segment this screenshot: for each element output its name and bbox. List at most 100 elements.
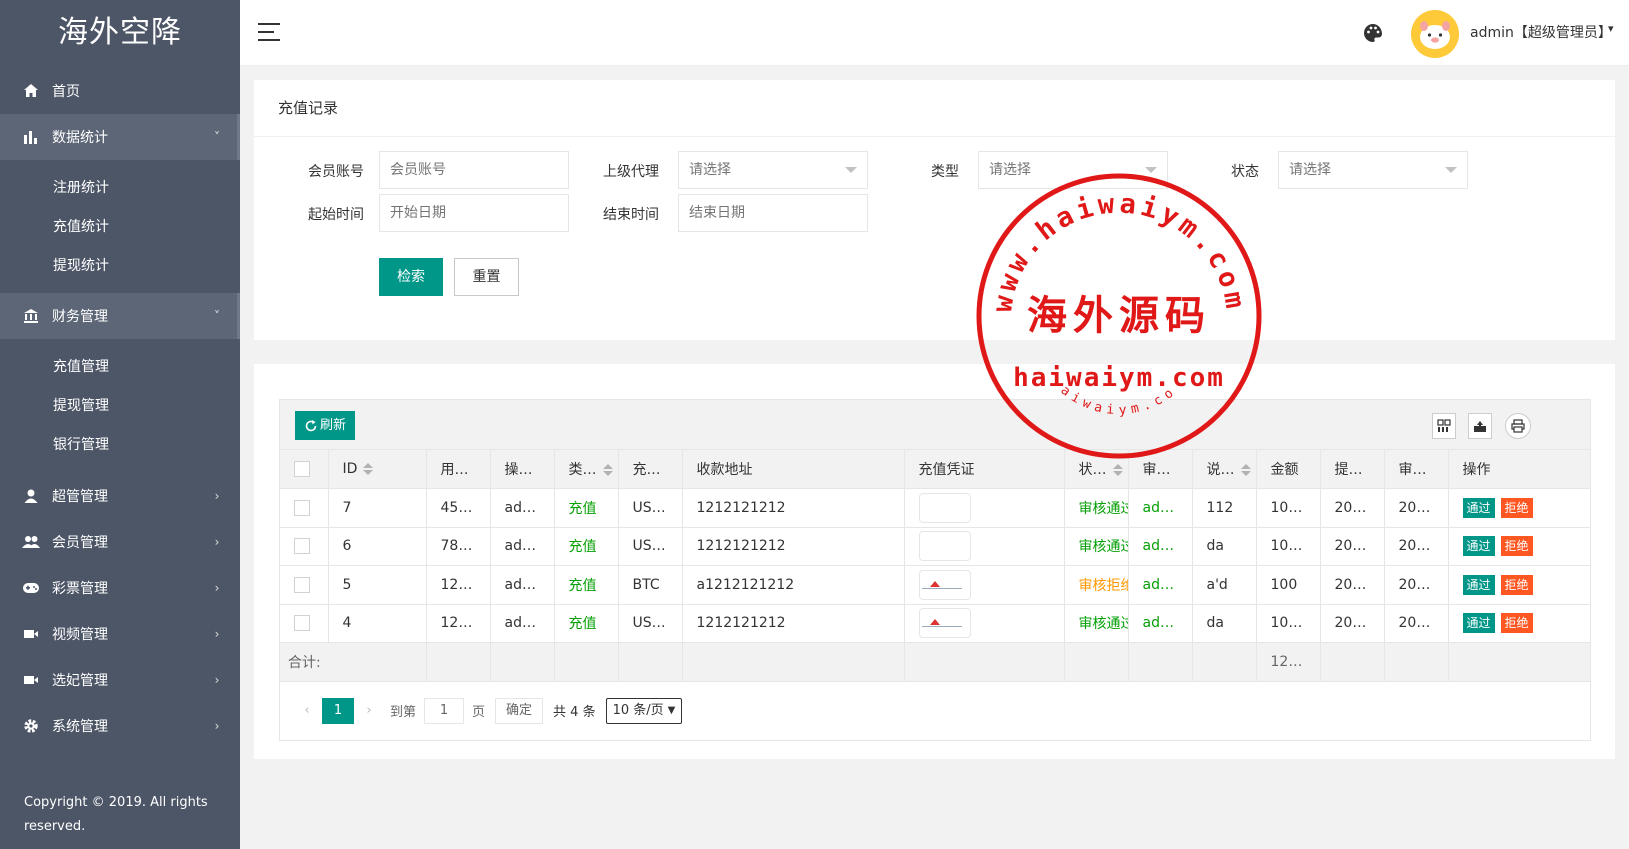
col-coin[interactable]: 充… [618, 450, 683, 489]
cell-audit-time: 20… [1384, 527, 1449, 566]
columns-filter-icon[interactable] [1432, 413, 1456, 439]
sidebar-subitem-bank-manage[interactable]: 银行管理 [0, 426, 240, 465]
agent-select[interactable]: 请选择 [678, 151, 868, 189]
reset-button[interactable]: 重置 [454, 258, 519, 296]
cell-status: 审核通过 [1064, 488, 1129, 528]
col-address[interactable]: 收款地址 [682, 450, 905, 489]
sidebar-item-home[interactable]: 首页 [0, 68, 240, 114]
chevron-right-icon: › [214, 627, 220, 641]
col-operator[interactable]: 操… [490, 450, 555, 489]
export-icon[interactable] [1468, 413, 1492, 439]
sidebar-item-admin-manage[interactable]: 超管管理 › [0, 473, 240, 519]
prev-page-button[interactable]: ‹ [292, 703, 322, 718]
sidebar-subitem-withdraw-manage[interactable]: 提现管理 [0, 387, 240, 426]
cell-coin: US… [618, 488, 683, 528]
approve-button[interactable]: 通过 [1462, 497, 1495, 518]
cell-type: 充值 [554, 527, 619, 566]
col-type[interactable]: 类… [554, 450, 619, 489]
sidebar-subitem-withdraw-stats[interactable]: 提现统计 [0, 247, 240, 286]
reject-button[interactable]: 拒绝 [1500, 574, 1533, 595]
table-row: 678…ad…充值US…1212121212审核通过adminda100020…… [280, 527, 1590, 566]
cell-amount: 10… [1256, 488, 1321, 528]
sidebar-subitem-recharge-manage[interactable]: 充值管理 [0, 348, 240, 387]
row-checkbox[interactable] [294, 615, 310, 632]
next-page-button[interactable]: › [354, 703, 384, 718]
watermark-center-text: 海外源码 [1027, 292, 1211, 339]
cell-auditor: admin [1128, 488, 1193, 528]
cell-submit-time: 20… [1320, 488, 1385, 528]
total-count: 共 4 条 [553, 705, 596, 720]
proof-thumbnail[interactable] [918, 569, 971, 600]
goto-page-input[interactable]: 1 [424, 697, 465, 724]
watermark-domain-text: haiwaiym.com [1013, 363, 1225, 393]
pagination: ‹ 1 › 到第 1 页 确定 共 4 条 10 条/页 ▼ [280, 681, 1590, 740]
cell-id: 6 [328, 527, 427, 566]
menu-toggle-icon[interactable] [258, 23, 280, 41]
col-id[interactable]: ID [328, 450, 427, 489]
start-date-input[interactable]: 开始日期 [379, 194, 569, 232]
status-select[interactable]: 请选择 [1278, 151, 1468, 189]
sidebar-item-video-manage[interactable]: 视频管理 › [0, 611, 240, 657]
start-time-label: 起始时间 [308, 207, 364, 223]
current-page-button[interactable]: 1 [322, 697, 354, 724]
recharge-table: ID 用… 操… 类… 充… 收款地址 充值凭证 状… 审… 说… 金额 提… … [280, 450, 1590, 682]
sidebar-subitem-register-stats[interactable]: 注册统计 [0, 169, 240, 208]
total-empty-cell [1128, 642, 1193, 682]
cell-amount: 100 [1256, 565, 1321, 605]
sidebar-subitem-recharge-stats[interactable]: 充值统计 [0, 208, 240, 247]
proof-thumbnail[interactable] [918, 531, 971, 562]
col-user[interactable]: 用… [426, 450, 491, 489]
sort-icon[interactable] [602, 464, 613, 476]
goto-confirm-button[interactable]: 确定 [495, 697, 544, 724]
col-submit-time[interactable]: 提… [1320, 450, 1385, 489]
approve-button[interactable]: 通过 [1462, 613, 1495, 634]
cell-proof [904, 527, 1065, 566]
avatar[interactable] [1411, 10, 1459, 58]
row-checkbox[interactable] [294, 499, 310, 516]
reject-button[interactable]: 拒绝 [1500, 613, 1533, 634]
table-row: 412…ad…充值US…1212121212审核通过adminda100020…… [280, 604, 1590, 643]
sidebar-item-finance[interactable]: 财务管理 ˅ [0, 293, 240, 339]
copyright-text: Copyright © 2019. All rights reserved. [24, 795, 208, 834]
sidebar-item-data-stats[interactable]: 数据统计 ˅ [0, 114, 240, 160]
cell-coin: US… [618, 527, 683, 566]
cell-auditor: admin [1128, 527, 1193, 566]
end-date-input[interactable]: 结束日期 [678, 194, 868, 232]
member-account-input[interactable]: 会员账号 [379, 151, 569, 189]
video-icon [22, 671, 40, 689]
cell-address: a1212121212 [682, 565, 905, 605]
approve-button[interactable]: 通过 [1462, 536, 1495, 557]
col-audit-time[interactable]: 审… [1384, 450, 1449, 489]
sidebar-item-lottery-manage[interactable]: 彩票管理 › [0, 565, 240, 611]
sort-icon[interactable] [1240, 464, 1251, 476]
sidebar-item-concubine-manage[interactable]: 选妃管理 › [0, 657, 240, 703]
sidebar-item-system-manage[interactable]: 系统管理 › [0, 703, 240, 749]
row-checkbox[interactable] [294, 576, 310, 593]
refresh-button[interactable]: 刷新 [295, 411, 356, 440]
proof-thumbnail[interactable] [918, 608, 971, 639]
refresh-icon [304, 419, 318, 433]
row-checkbox[interactable] [294, 538, 310, 555]
col-amount[interactable]: 金额 [1256, 450, 1321, 489]
type-label: 类型 [931, 164, 959, 180]
print-icon[interactable] [1505, 413, 1531, 439]
reject-button[interactable]: 拒绝 [1500, 536, 1533, 557]
sort-icon[interactable] [363, 463, 374, 475]
app-logo[interactable]: 海外空降 [0, 0, 240, 66]
sidebar-item-member-manage[interactable]: 会员管理 › [0, 519, 240, 565]
palette-icon[interactable] [1362, 22, 1384, 44]
reject-button[interactable]: 拒绝 [1500, 497, 1533, 518]
cell-actions: 通过 拒绝 [1448, 604, 1590, 643]
total-empty-cell [682, 642, 905, 682]
page-size-select[interactable]: 10 条/页 ▼ [605, 697, 683, 724]
approve-button[interactable]: 通过 [1462, 574, 1495, 595]
caret-down-icon[interactable]: ▾ [1608, 22, 1614, 35]
home-icon [22, 82, 40, 100]
member-account-label: 会员账号 [308, 164, 364, 180]
sort-icon[interactable] [1112, 464, 1123, 476]
user-menu[interactable]: admin【超级管理员】 [1470, 22, 1612, 42]
select-all-checkbox[interactable] [294, 461, 310, 477]
proof-thumbnail[interactable] [918, 492, 971, 523]
search-button[interactable]: 检索 [379, 258, 443, 296]
search-panel: 充值记录 会员账号 会员账号 上级代理 请选择 类型 请选择 状态 请选择 起始… [254, 80, 1615, 340]
